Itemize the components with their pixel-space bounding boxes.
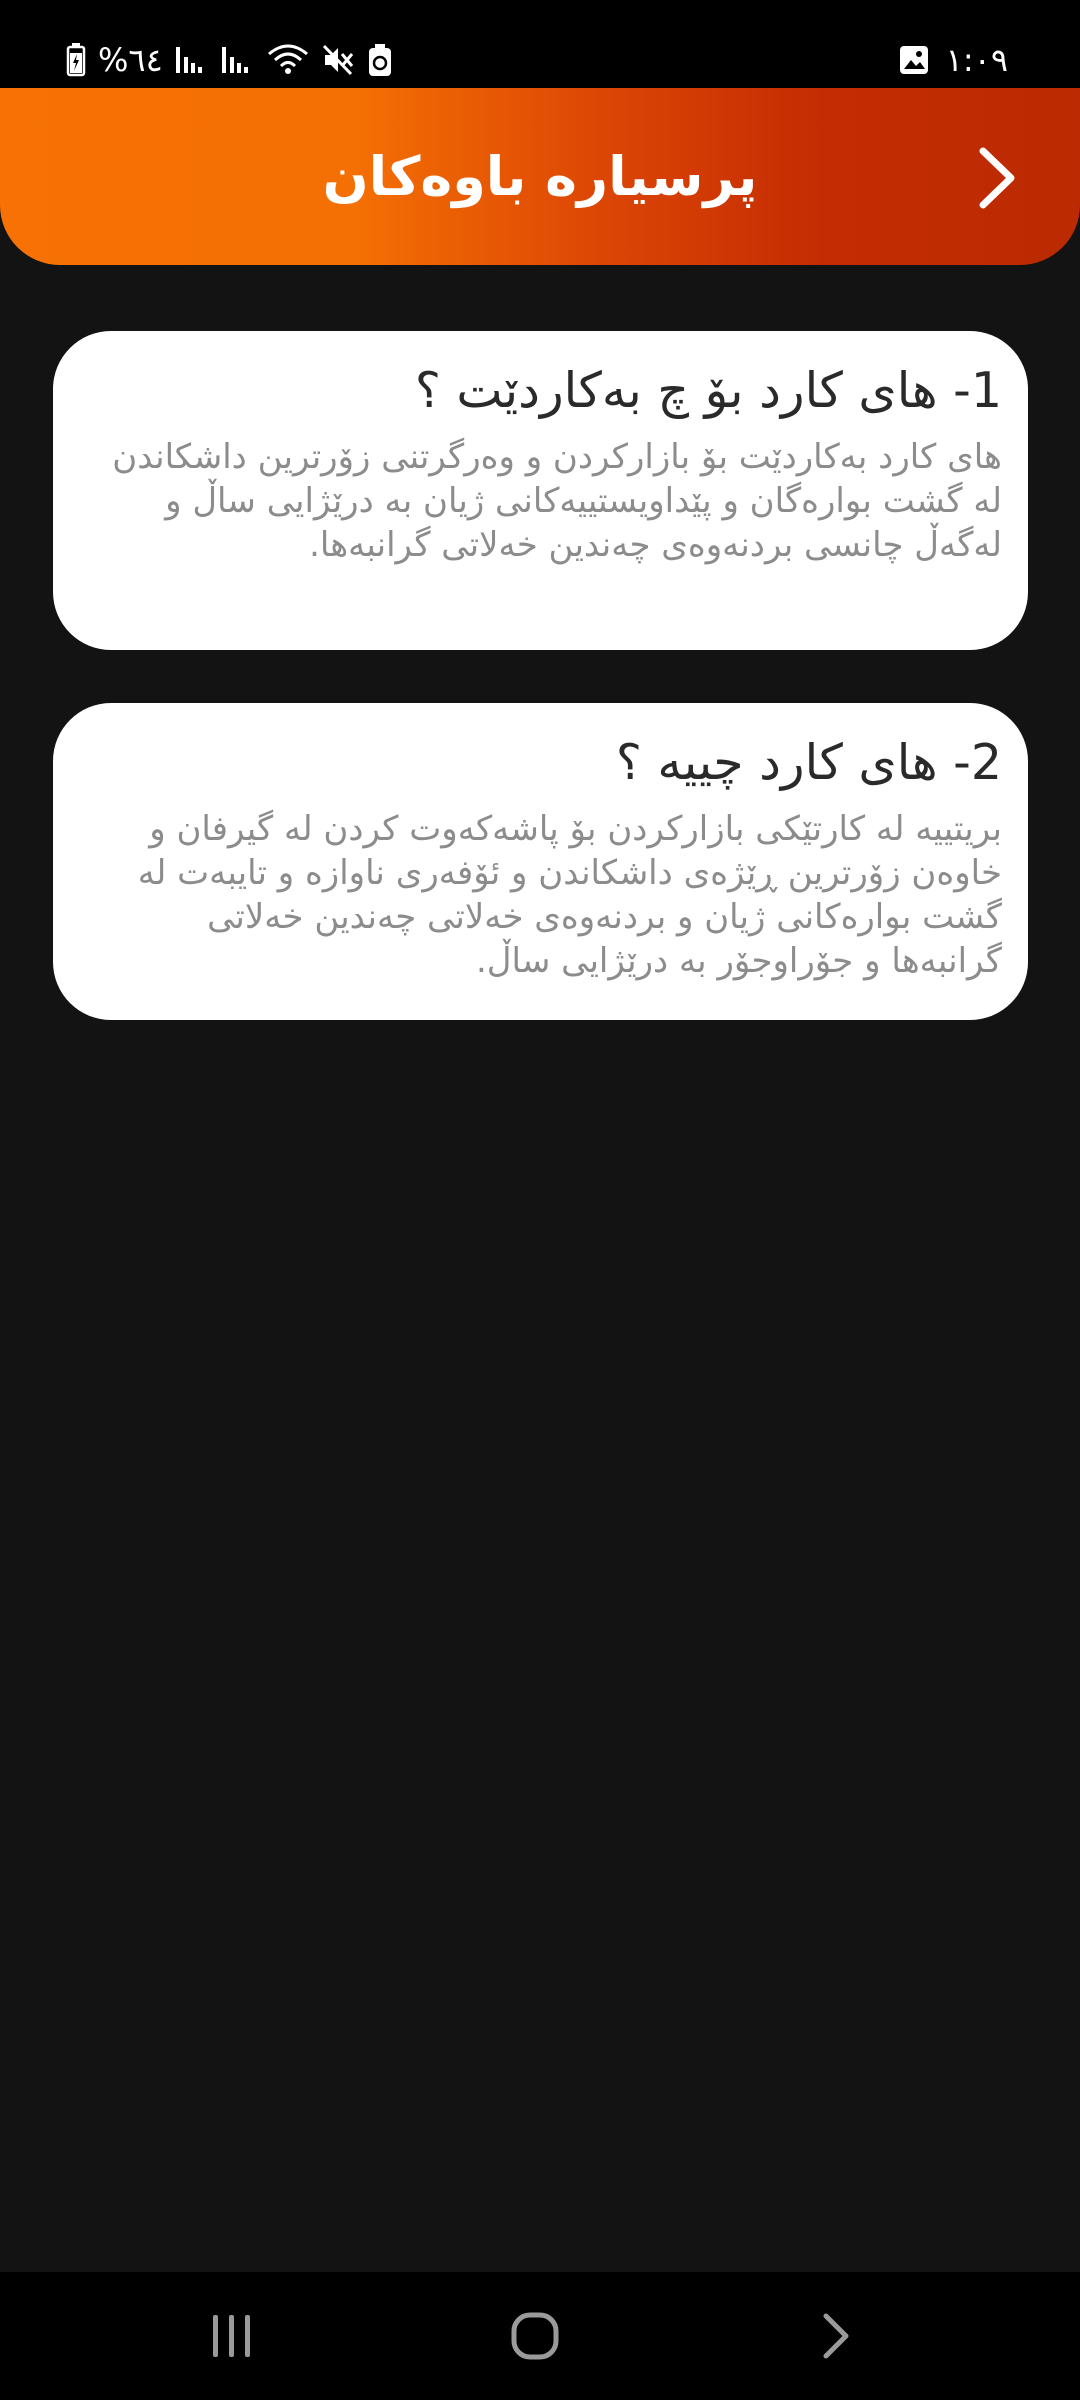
saver-icon	[367, 43, 393, 77]
recents-icon	[213, 2315, 250, 2357]
status-right-group: ١:٠٩	[898, 38, 1008, 82]
status-bar: %٦٤ ١:٠٩	[0, 0, 1080, 88]
faq-answer: های کارد بەکاردێت بۆ بازارکردن و وەرگرتن…	[112, 437, 1002, 565]
system-nav-bar	[0, 2272, 1080, 2400]
faq-card[interactable]: 1- های کارد بۆ چ بەکاردێت ؟ های کارد بەک…	[53, 331, 1028, 650]
app-header: پرسیارە باوەکان	[0, 88, 1080, 265]
signal-icon	[175, 45, 209, 75]
nav-home-button[interactable]	[485, 2296, 585, 2376]
gallery-notification-icon	[898, 44, 930, 76]
wifi-icon	[267, 44, 309, 76]
mute-icon	[321, 44, 355, 76]
faq-card[interactable]: 2- های کارد چییە ؟ بریتییە لە کارتێکی با…	[53, 703, 1028, 1020]
back-button[interactable]	[958, 138, 1038, 218]
page-title: پرسیارە باوەکان	[322, 145, 758, 208]
faq-answer: بریتییە لە کارتێکی بازارکردن بۆ پاشەکەوت…	[137, 809, 1002, 981]
chevron-right-icon	[979, 147, 1015, 209]
battery-percent: %٦٤	[98, 41, 163, 79]
nav-recents-button[interactable]	[182, 2296, 282, 2376]
signal-icon-2	[221, 45, 255, 75]
home-icon	[511, 2312, 559, 2360]
nav-back-icon	[823, 2313, 849, 2359]
battery-icon	[66, 43, 86, 77]
status-clock: ١:٠٩	[945, 41, 1008, 79]
faq-question: 2- های کارد چییە ؟	[615, 734, 1002, 791]
nav-back-button[interactable]	[786, 2296, 886, 2376]
status-left-group: %٦٤	[66, 38, 393, 82]
faq-question: 1- های کارد بۆ چ بەکاردێت ؟	[414, 362, 1002, 419]
